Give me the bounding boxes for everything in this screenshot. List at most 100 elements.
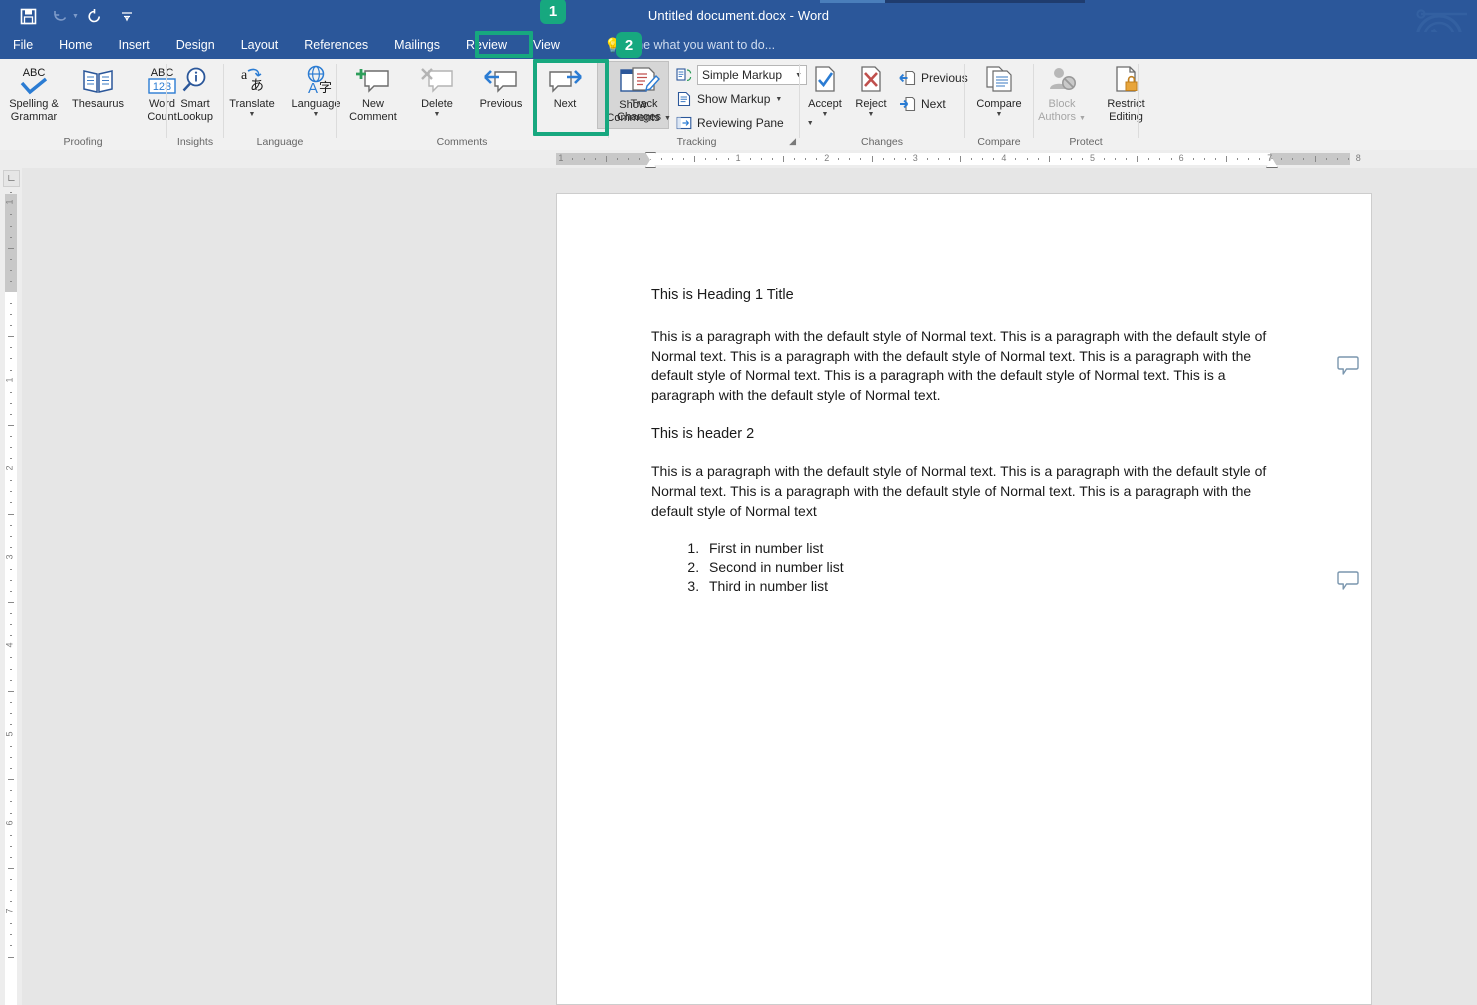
vertical-ruler-tick [10,890,12,891]
ruler-tick [905,158,906,160]
reject-button[interactable]: Reject ▼ [848,61,894,129]
ruler-tick-label: 1 [736,153,741,163]
tab-mailings[interactable]: Mailings [381,32,453,58]
delete-comment-button[interactable]: Delete ▼ [405,61,469,129]
title-accent-strip-light [820,0,886,3]
document-page[interactable]: This is Heading 1 Title This is a paragr… [556,193,1372,1005]
document-heading-1: This is Heading 1 Title [651,286,1271,304]
tab-design[interactable]: Design [163,32,228,58]
next-change-button[interactable]: Next [896,93,971,115]
vertical-ruler-tick [10,801,12,802]
reject-label: Reject [855,98,886,110]
tab-layout[interactable]: Layout [228,32,292,58]
vertical-ruler-tick [10,480,12,481]
compare-button[interactable]: Compare ▼ [966,61,1032,129]
vertical-ruler-tick [10,934,12,935]
ruler-tick [1348,158,1349,160]
markup-display-dropdown[interactable]: Simple Markup ▼ [697,65,807,85]
accept-dropdown-caret[interactable]: ▼ [822,112,829,118]
ruler-tick [1049,156,1050,162]
comment-marker-1[interactable] [1336,355,1360,377]
translate-dropdown-caret[interactable]: ▼ [249,112,256,118]
show-markup-icon [676,91,692,107]
ruler-tick [1281,158,1282,160]
vertical-ruler-tick [10,790,12,791]
vertical-ruler-tick-label: 7 [5,909,15,914]
vertical-ruler-tick-label: 1 [5,377,15,382]
track-changes-dropdown-caret[interactable]: ▼ [664,115,671,122]
ruler-tick-label: 3 [913,153,918,163]
translate-button[interactable]: a あ Translate ▼ [220,61,284,129]
ruler-tick [1137,156,1138,162]
show-markup-caret[interactable]: ▼ [775,96,782,103]
vertical-ruler-tick [10,226,12,227]
ruler-tick [849,158,850,160]
language-dropdown-caret[interactable]: ▼ [313,112,320,118]
show-markup-row[interactable]: Show Markup ▼ [673,88,817,110]
tracking-dialog-launcher[interactable]: ◢ [789,136,796,147]
vertical-ruler-tick [8,425,14,426]
ruler-tick [584,158,585,160]
ruler-tick [982,158,983,160]
tab-review[interactable]: Review [453,32,520,58]
smart-lookup-button[interactable]: Smart Lookup [163,61,227,129]
tab-home[interactable]: Home [46,32,105,58]
ruler-tick [672,158,673,160]
block-authors-button[interactable]: Block Authors▼ [1030,61,1094,129]
document-body[interactable]: This is Heading 1 Title This is a paragr… [651,286,1271,596]
vertical-ruler-tick [8,336,14,337]
delete-comment-label: Delete [421,98,453,110]
vertical-ruler-tick [10,624,12,625]
vertical-ruler-tick [10,392,12,393]
tab-references[interactable]: References [291,32,381,58]
thesaurus-button[interactable]: Thesaurus [66,61,130,129]
tell-me-placeholder: l me what you want to do... [626,38,775,52]
ruler-tick [694,156,695,162]
comment-marker-2[interactable] [1336,570,1360,592]
ruler-tick [927,158,928,160]
horizontal-ruler[interactable]: 112345678 [0,150,1477,169]
smart-lookup-label-2: Lookup [177,111,213,123]
new-comment-button[interactable]: New Comment [341,61,405,129]
ruler-tick [628,158,629,160]
tab-view[interactable]: View [520,32,573,58]
ribbon-group-tracking: Track Changes▼ Simple Markup ▼ [609,59,799,149]
previous-change-button[interactable]: Previous [896,67,971,89]
accept-button[interactable]: Accept ▼ [802,61,848,129]
previous-comment-button[interactable]: Previous [469,61,533,129]
block-authors-dropdown-caret[interactable]: ▼ [1079,115,1086,122]
vertical-ruler-tick [10,458,12,459]
vertical-ruler[interactable]: ∟ 11234567 [0,168,22,1005]
ruler-tick [860,158,861,160]
block-authors-label-2: Authors [1038,111,1076,123]
spelling-grammar-button[interactable]: ABC Spelling & Grammar [2,61,66,129]
delete-comment-dropdown-caret[interactable]: ▼ [434,112,441,118]
vertical-ruler-tick [10,303,12,304]
compare-docs-icon [983,64,1015,96]
compare-dropdown-caret[interactable]: ▼ [996,112,1003,118]
vertical-ruler-tick [8,691,14,692]
left-tab-stop-icon[interactable]: ∟ [3,170,20,187]
reject-dropdown-caret[interactable]: ▼ [868,112,875,118]
tab-file[interactable]: File [0,32,46,58]
reviewing-pane-row[interactable]: Reviewing Pane ▼ [673,112,817,134]
vertical-ruler-tick [10,214,12,215]
restrict-editing-button[interactable]: Restrict Editing [1094,61,1158,129]
previous-change-label: Previous [921,71,968,85]
group-label-protect: Protect [1034,136,1138,148]
tab-insert[interactable]: Insert [106,32,163,58]
next-comment-button[interactable]: Next [533,61,597,129]
translate-label: Translate [229,98,274,110]
show-markup-label: Show Markup [697,92,770,106]
reject-x-icon [856,64,886,96]
ribbon-group-protect: Block Authors▼ Restrict Editing [1034,59,1138,149]
vertical-ruler-tick [8,868,14,869]
track-changes-button[interactable]: Track Changes▼ [615,61,673,129]
list-item: Second in number list [703,558,1271,577]
track-changes-label-1: Track [630,98,657,110]
comment-balloon-icon [1336,570,1360,592]
vertical-ruler-tick [10,491,12,492]
comment-balloon-icon [1336,355,1360,377]
svg-text:字: 字 [319,80,332,95]
markup-display-row[interactable]: Simple Markup ▼ [673,64,817,86]
